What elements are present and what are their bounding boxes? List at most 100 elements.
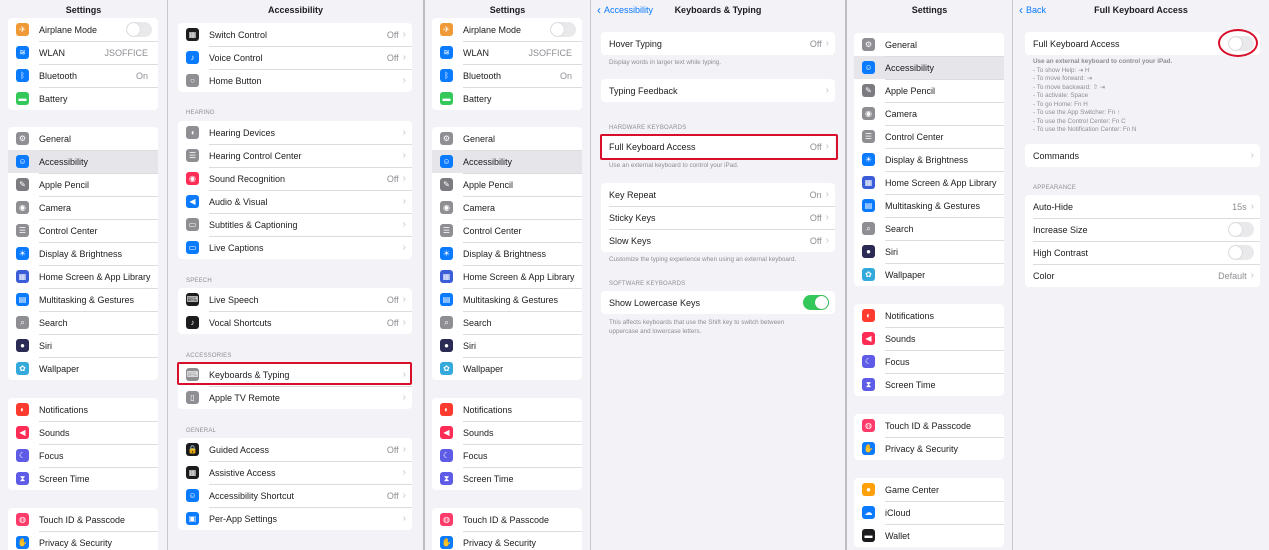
settings-row-typing-feedback[interactable]: Typing Feedback › (601, 79, 835, 102)
toggle-switch[interactable] (1228, 36, 1254, 51)
settings-row-color[interactable]: Color Default › (1025, 264, 1260, 287)
settings-row-display-and-brightness[interactable]: ☀ Display & Brightness (854, 148, 1004, 171)
settings-row-battery[interactable]: ▬ Battery (432, 87, 582, 110)
settings-row-privacy-and-security[interactable]: ✋ Privacy & Security (8, 531, 158, 550)
settings-row-sound-recognition[interactable]: ◉ Sound Recognition Off › (178, 167, 412, 190)
settings-row-general[interactable]: ⚙ General (432, 127, 582, 150)
settings-row-accessibility[interactable]: ☺ Accessibility (432, 150, 582, 173)
settings-row-camera[interactable]: ◉ Camera (854, 102, 1004, 125)
settings-row-focus[interactable]: ☾ Focus (854, 350, 1004, 373)
settings-row-apple-pencil[interactable]: ✎ Apple Pencil (8, 173, 158, 196)
settings-row-wallpaper[interactable]: ✿ Wallpaper (854, 263, 1004, 286)
settings-row-subtitles-and-captioning[interactable]: ▭ Subtitles & Captioning › (178, 213, 412, 236)
settings-row-hearing-devices[interactable]: ◖ Hearing Devices › (178, 121, 412, 144)
settings-row-bluetooth[interactable]: ᛒ Bluetooth On (432, 64, 582, 87)
settings-row-home-button[interactable]: ○ Home Button › (178, 69, 412, 92)
settings-row-screen-time[interactable]: ⧗ Screen Time (432, 467, 582, 490)
settings-row-general[interactable]: ⚙ General (854, 33, 1004, 56)
settings-row-wallpaper[interactable]: ✿ Wallpaper (432, 357, 582, 380)
settings-row-live-captions[interactable]: ▭ Live Captions › (178, 236, 412, 259)
settings-row-high-contrast[interactable]: High Contrast (1025, 241, 1260, 264)
settings-row-battery[interactable]: ▬ Battery (8, 87, 158, 110)
settings-row-privacy-and-security[interactable]: ✋ Privacy & Security (432, 531, 582, 550)
settings-row-accessibility[interactable]: ☺ Accessibility (8, 150, 158, 173)
settings-row-guided-access[interactable]: 🔒 Guided Access Off › (178, 438, 412, 461)
settings-row-search[interactable]: ⌕ Search (854, 217, 1004, 240)
settings-row-wlan[interactable]: ≋ WLAN JSOFFICE (8, 41, 158, 64)
settings-row-accessibility[interactable]: ☺ Accessibility (854, 56, 1004, 79)
settings-row-per-app-settings[interactable]: ▣ Per-App Settings › (178, 507, 412, 530)
settings-row-general[interactable]: ⚙ General (8, 127, 158, 150)
settings-row-voice-control[interactable]: ♪ Voice Control Off › (178, 46, 412, 69)
settings-row-notifications[interactable]: ◐ Notifications (8, 398, 158, 421)
settings-row-apple-pencil[interactable]: ✎ Apple Pencil (854, 79, 1004, 102)
settings-row-assistive-access[interactable]: ▦ Assistive Access › (178, 461, 412, 484)
settings-row-slow-keys[interactable]: Slow Keys Off › (601, 229, 835, 252)
settings-row-show-lowercase-keys[interactable]: Show Lowercase Keys (601, 291, 835, 314)
settings-row-notifications[interactable]: ◐ Notifications (854, 304, 1004, 327)
settings-row-screen-time[interactable]: ⧗ Screen Time (854, 373, 1004, 396)
settings-row-display-and-brightness[interactable]: ☀ Display & Brightness (432, 242, 582, 265)
settings-row-control-center[interactable]: ☰ Control Center (432, 219, 582, 242)
settings-row-privacy-and-security[interactable]: ✋ Privacy & Security (854, 437, 1004, 460)
settings-row-keyboards-and-typing[interactable]: ⌨ Keyboards & Typing › (178, 363, 412, 386)
settings-row-search[interactable]: ⌕ Search (432, 311, 582, 334)
settings-row-switch-control[interactable]: ▦ Switch Control Off › (178, 23, 412, 46)
settings-row-wallet[interactable]: ▬ Wallet (854, 524, 1004, 547)
settings-row-camera[interactable]: ◉ Camera (8, 196, 158, 219)
settings-row-auto-hide[interactable]: Auto-Hide 15s › (1025, 195, 1260, 218)
settings-row-live-speech[interactable]: ⌨ Live Speech Off › (178, 288, 412, 311)
settings-row-siri[interactable]: ● Siri (854, 240, 1004, 263)
settings-row-airplane-mode[interactable]: ✈ Airplane Mode (432, 18, 582, 41)
settings-row-sounds[interactable]: ◀ Sounds (854, 327, 1004, 350)
settings-row-accessibility-shortcut[interactable]: ☺ Accessibility Shortcut Off › (178, 484, 412, 507)
back-button[interactable]: ‹ Accessibility (597, 0, 653, 20)
settings-row-bluetooth[interactable]: ᛒ Bluetooth On (8, 64, 158, 87)
settings-row-key-repeat[interactable]: Key Repeat On › (601, 183, 835, 206)
back-button[interactable]: ‹ Back (1019, 0, 1046, 20)
toggle-switch[interactable] (550, 22, 576, 37)
settings-row-multitasking-and-gestures[interactable]: ▤ Multitasking & Gestures (432, 288, 582, 311)
settings-row-vocal-shortcuts[interactable]: ♪ Vocal Shortcuts Off › (178, 311, 412, 334)
settings-row-control-center[interactable]: ☰ Control Center (8, 219, 158, 242)
toggle-switch[interactable] (803, 295, 829, 310)
settings-row-wallpaper[interactable]: ✿ Wallpaper (8, 357, 158, 380)
settings-row-icloud[interactable]: ☁ iCloud (854, 501, 1004, 524)
settings-row-focus[interactable]: ☾ Focus (432, 444, 582, 467)
settings-row-home-screen-and-app-library[interactable]: ▦ Home Screen & App Library (854, 171, 1004, 194)
settings-row-wlan[interactable]: ≋ WLAN JSOFFICE (432, 41, 582, 64)
settings-row-home-screen-and-app-library[interactable]: ▦ Home Screen & App Library (432, 265, 582, 288)
settings-row-apple-pencil[interactable]: ✎ Apple Pencil (432, 173, 582, 196)
settings-row-apple-tv-remote[interactable]: ▯ Apple TV Remote › (178, 386, 412, 409)
toggle-switch[interactable] (1228, 245, 1254, 260)
settings-row-notifications[interactable]: ◐ Notifications (432, 398, 582, 421)
settings-row-search[interactable]: ⌕ Search (8, 311, 158, 334)
settings-row-full-keyboard-access[interactable]: Full Keyboard Access (1025, 32, 1260, 55)
settings-row-home-screen-and-app-library[interactable]: ▦ Home Screen & App Library (8, 265, 158, 288)
toggle-switch[interactable] (1228, 222, 1254, 237)
settings-row-sticky-keys[interactable]: Sticky Keys Off › (601, 206, 835, 229)
settings-row-touch-id-and-passcode[interactable]: ◍ Touch ID & Passcode (854, 414, 1004, 437)
settings-row-airplane-mode[interactable]: ✈ Airplane Mode (8, 18, 158, 41)
settings-row-increase-size[interactable]: Increase Size (1025, 218, 1260, 241)
toggle-switch[interactable] (126, 22, 152, 37)
settings-row-sounds[interactable]: ◀ Sounds (432, 421, 582, 444)
settings-row-multitasking-and-gestures[interactable]: ▤ Multitasking & Gestures (854, 194, 1004, 217)
settings-row-camera[interactable]: ◉ Camera (432, 196, 582, 219)
settings-row-sounds[interactable]: ◀ Sounds (8, 421, 158, 444)
settings-row-control-center[interactable]: ☰ Control Center (854, 125, 1004, 148)
settings-row-audio-and-visual[interactable]: ◀ Audio & Visual › (178, 190, 412, 213)
settings-row-focus[interactable]: ☾ Focus (8, 444, 158, 467)
settings-row-siri[interactable]: ● Siri (432, 334, 582, 357)
settings-row-display-and-brightness[interactable]: ☀ Display & Brightness (8, 242, 158, 265)
settings-row-multitasking-and-gestures[interactable]: ▤ Multitasking & Gestures (8, 288, 158, 311)
settings-row-touch-id-and-passcode[interactable]: ◍ Touch ID & Passcode (8, 508, 158, 531)
settings-row-screen-time[interactable]: ⧗ Screen Time (8, 467, 158, 490)
settings-row-commands[interactable]: Commands › (1025, 144, 1260, 167)
settings-row-touch-id-and-passcode[interactable]: ◍ Touch ID & Passcode (432, 508, 582, 531)
settings-row-full-keyboard-access[interactable]: Full Keyboard Access Off › (601, 135, 835, 158)
settings-row-hover-typing[interactable]: Hover Typing Off › (601, 32, 835, 55)
settings-row-siri[interactable]: ● Siri (8, 334, 158, 357)
settings-row-game-center[interactable]: ● Game Center (854, 478, 1004, 501)
settings-row-hearing-control-center[interactable]: ☰ Hearing Control Center › (178, 144, 412, 167)
